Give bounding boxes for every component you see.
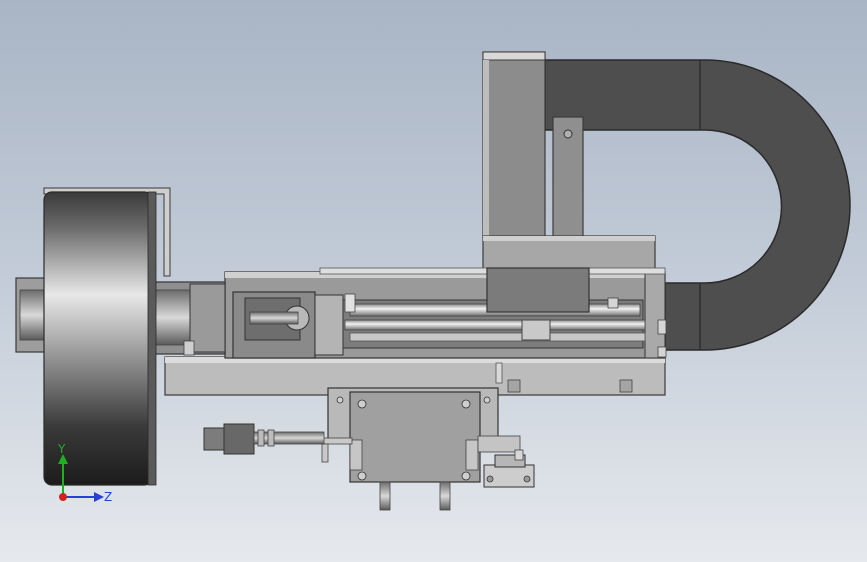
origin-dot [59, 493, 67, 501]
connector-plug[interactable] [203, 423, 325, 455]
linear-actuator[interactable] [149, 267, 667, 396]
small-bracket[interactable] [477, 435, 535, 488]
z-axis-arrow [94, 492, 104, 502]
lower-module[interactable] [321, 387, 499, 511]
y-axis-label: Y [57, 442, 66, 456]
cad-viewport[interactable]: Y Z [0, 0, 867, 562]
cad-model[interactable] [0, 0, 867, 562]
z-axis-label: Z [104, 490, 112, 504]
coordinate-triad: Y Z [57, 442, 112, 504]
